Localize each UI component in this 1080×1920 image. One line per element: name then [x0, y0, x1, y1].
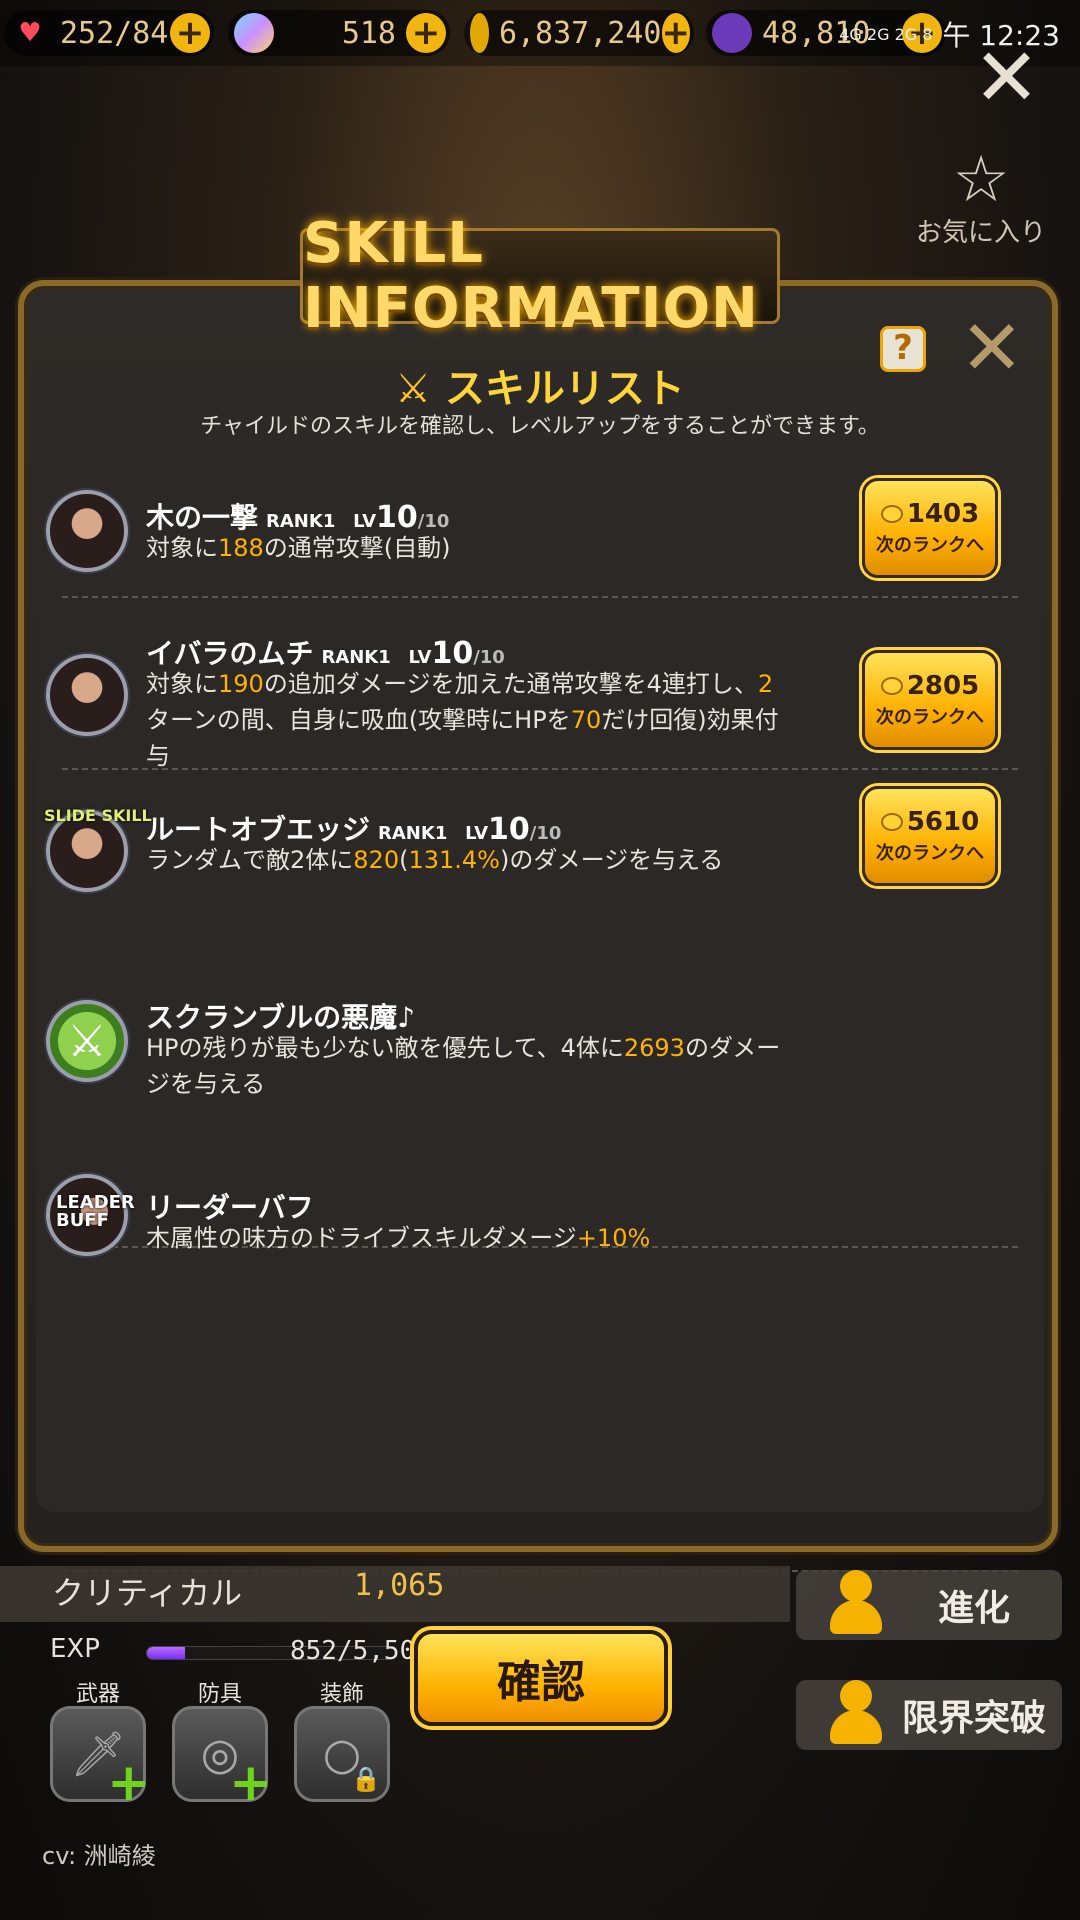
coin-icon: [470, 13, 489, 53]
limit-break-button[interactable]: 限界突破: [796, 1680, 1062, 1750]
add-gem-button[interactable]: +: [406, 13, 446, 53]
panel-title: SKILL INFORMATION: [303, 211, 759, 341]
skill-list-subtitle: チャイルドのスキルを確認し、レベルアップをすることができます。: [200, 414, 880, 439]
coin-icon: [880, 677, 903, 695]
accessory-slot[interactable]: ○ 🔒: [294, 1706, 390, 1802]
potion-icon: [712, 13, 752, 53]
next-rank-button[interactable]: 1403 次のランクへ: [862, 478, 998, 578]
skill-description: 木属性の味方のドライブスキルダメージ+10%: [146, 1224, 651, 1252]
evolve-button[interactable]: 進化: [796, 1570, 1062, 1640]
weapon-slot[interactable]: 🗡 +: [50, 1706, 151, 1813]
gem-icon: [234, 13, 274, 53]
skill-description: 対象に190の追加ダメージを加えた通常攻撃を4連打し、2 ターンの間、自身に吸血…: [146, 670, 779, 770]
heart-icon: ♥: [18, 18, 42, 48]
close-screen-icon[interactable]: ✕: [973, 38, 1040, 118]
coin-counter: 6,837,240 +: [464, 10, 694, 56]
coin-icon: [880, 505, 903, 523]
favorite-button[interactable]: ☆ お気に入り: [896, 148, 1066, 249]
weapon-label: 武器: [75, 1682, 120, 1707]
skill-list-heading: ⚔ スキルリスト: [395, 366, 685, 412]
next-rank-button[interactable]: 2805 次のランクへ: [862, 650, 998, 750]
panel-title-plate: SKILL INFORMATION: [300, 211, 780, 341]
gem-value: 518: [341, 15, 396, 51]
add-icon: +: [229, 1753, 273, 1813]
accessory-label: 装飾: [319, 1682, 364, 1707]
exp-bar-fill: [147, 1647, 186, 1659]
gem-counter: 518 +: [228, 10, 450, 56]
skill-avatar: [46, 490, 128, 572]
network-indicator: 4G 2G 2G 8: [839, 24, 933, 44]
skill-row: 木の一撃 RANK1 LV10/10 対象に188の通常攻撃(自動) 1403 次…: [36, 462, 1044, 598]
skill-row: ⚔ スクランブルの悪魔♪ HPの残りが最も少ない敵を優先して、4体に2693のダ…: [36, 942, 1044, 1572]
armor-label: 防具: [197, 1682, 242, 1707]
add-icon: +: [107, 1753, 151, 1813]
lock-icon: 🔒: [351, 1765, 381, 1793]
crossed-swords-icon: ⚔: [46, 1000, 128, 1082]
favorite-label: お気に入り: [915, 218, 1046, 248]
limit-break-icon: [826, 1680, 886, 1750]
coin-icon: [880, 813, 903, 831]
voice-actor-label: cv: 洲崎綾: [42, 1842, 156, 1870]
stamina-counter: ♥ 252/84 +: [4, 10, 214, 56]
skill-avatar: [46, 654, 128, 736]
critical-label: クリティカル: [52, 1574, 243, 1612]
confirm-button[interactable]: 確認: [414, 1630, 668, 1726]
skill-list: 木の一撃 RANK1 LV10/10 対象に188の通常攻撃(自動) 1403 次…: [36, 462, 1044, 1572]
leader-buff-badge: LEADER BUFF: [56, 1192, 135, 1231]
skill-row: イバラのムチ RANK1 LV10/10 対象に190の追加ダメージを加えた通常攻…: [36, 598, 1044, 770]
skill-description: HPの残りが最も少ない敵を優先して、4体に2693のダメー ジを与える: [146, 1034, 781, 1098]
skill-row: LEADER BUFF リーダーバフ 木属性の味方のドライブスキルダメージ+10…: [36, 1142, 1044, 1272]
armor-slot[interactable]: ◎ +: [172, 1706, 273, 1813]
next-rank-button[interactable]: 5610 次のランクへ: [862, 786, 998, 886]
skill-description: ランダムで敵2体に820(131.4%)のダメージを与える: [146, 846, 724, 874]
add-stamina-button[interactable]: +: [170, 13, 210, 53]
stamina-value: 252/84: [60, 15, 169, 51]
critical-value: 1,065: [354, 1568, 445, 1603]
exp-label: EXP: [50, 1634, 100, 1664]
evolve-icon: [826, 1570, 886, 1640]
slide-skill-badge: SLIDE SKILL: [44, 806, 152, 825]
add-coin-button[interactable]: +: [661, 13, 690, 53]
star-icon: ☆: [952, 143, 1010, 217]
exp-value: 852/5,503: [290, 1636, 431, 1666]
skill-icon: ⚔: [395, 366, 431, 412]
skill-description: 対象に188の通常攻撃(自動): [146, 534, 451, 562]
skill-row: SLIDE SKILL ルートオブエッジ RANK1 LV10/10 ランダムで敵…: [36, 770, 1044, 1248]
coin-value: 6,837,240: [498, 15, 662, 51]
